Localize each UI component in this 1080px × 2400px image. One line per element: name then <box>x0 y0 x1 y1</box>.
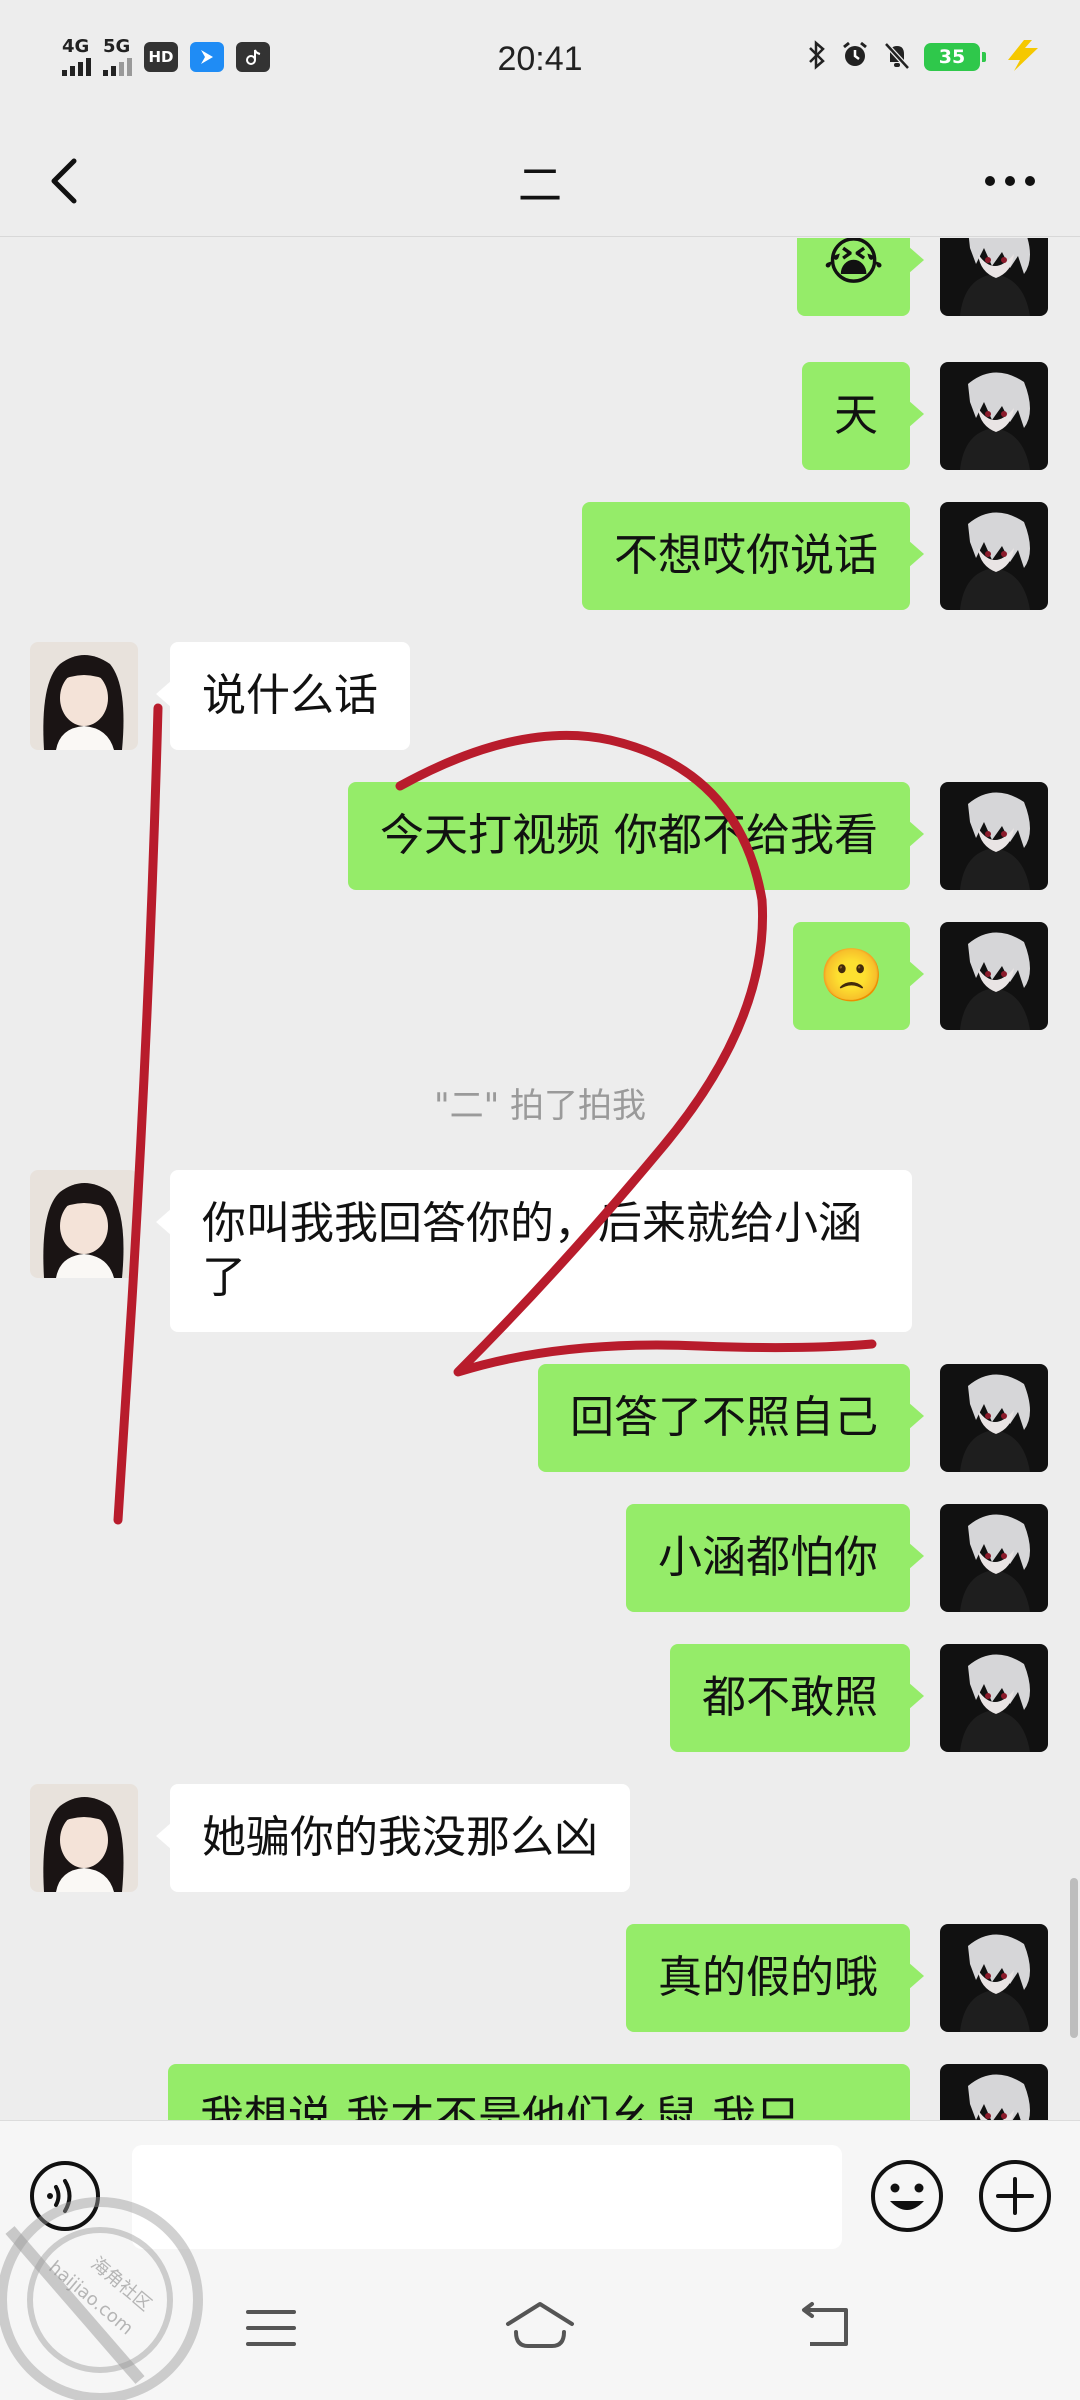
alarm-icon <box>840 40 870 74</box>
message-bubble[interactable]: 她骗你的我没那么凶 <box>156 1784 630 1892</box>
emoji-button[interactable] <box>868 2157 946 2235</box>
battery-icon: 35 <box>924 43 986 71</box>
emoji-icon <box>871 2160 943 2232</box>
plus-icon <box>979 2160 1051 2232</box>
status-bar: 4G 5G HD 20:41 35 <box>0 0 1080 125</box>
my-avatar[interactable] <box>940 1644 1048 1752</box>
scrollbar-thumb[interactable] <box>1070 1878 1078 2038</box>
message-bubble[interactable]: 今天打视频 你都不给我看 <box>348 782 924 890</box>
charging-bolt-icon <box>1002 38 1042 76</box>
contact-avatar[interactable] <box>30 642 138 750</box>
system-nav-bar <box>0 2270 1080 2400</box>
nav-back-button[interactable] <box>790 2296 860 2360</box>
voice-icon <box>30 2161 100 2231</box>
my-avatar[interactable] <box>940 922 1048 1030</box>
message-bubble[interactable]: 都不敢照 <box>670 1644 924 1752</box>
message-bubble[interactable]: 真的假的哦 <box>626 1924 924 2032</box>
recent-apps-button[interactable] <box>236 2298 306 2362</box>
contact-avatar[interactable] <box>30 1170 138 1278</box>
message-bubble[interactable]: 你叫我我回答你的，后来就给小涵了 <box>156 1170 912 1332</box>
my-avatar[interactable] <box>940 502 1048 610</box>
my-avatar[interactable] <box>940 1364 1048 1472</box>
message-bubble[interactable]: 回答了不照自己 <box>538 1364 924 1472</box>
return-icon <box>802 2302 848 2346</box>
message-bubble[interactable]: 🙁 <box>793 922 924 1030</box>
message-bubble[interactable]: 我想说 我才不是他们幺鼠 我只 <box>168 2064 910 2120</box>
more-icon <box>985 176 1035 186</box>
more-functions-button[interactable] <box>976 2157 1054 2235</box>
my-avatar[interactable] <box>940 1924 1048 2032</box>
home-icon <box>506 2302 574 2348</box>
message-bubble[interactable]: 说什么话 <box>156 642 410 750</box>
message-bubble[interactable]: 小涵都怕你 <box>626 1504 924 1612</box>
my-avatar[interactable] <box>940 782 1048 890</box>
pat-notification: "二" 拍了拍我 <box>433 1086 647 1126</box>
mute-bell-icon <box>882 40 912 74</box>
my-avatar[interactable] <box>940 238 1048 316</box>
message-list[interactable]: 😭 天 不想哎你说话 说什么话 今天打视频 你都不给我看 🙁 "二" 拍了拍我 … <box>0 238 1080 2120</box>
contact-avatar[interactable] <box>30 1784 138 1892</box>
my-avatar[interactable] <box>940 362 1048 470</box>
chat-header: 二 <box>0 125 1080 237</box>
chat-title: 二 <box>518 160 562 211</box>
message-bubble[interactable]: 不想哎你说话 <box>582 502 924 610</box>
message-bubble[interactable]: 😭 <box>797 238 924 316</box>
bluetooth-icon <box>806 40 828 74</box>
voice-button[interactable] <box>28 2159 102 2233</box>
message-bubble[interactable]: 天 <box>802 362 924 470</box>
my-avatar[interactable] <box>940 2064 1048 2120</box>
input-bar <box>0 2120 1080 2270</box>
my-avatar[interactable] <box>940 1504 1048 1612</box>
more-options-button[interactable] <box>970 151 1050 211</box>
message-input[interactable] <box>132 2145 842 2249</box>
home-button[interactable] <box>500 2296 580 2360</box>
menu-icon <box>246 2310 296 2346</box>
status-right-icons: 35 <box>806 40 986 74</box>
